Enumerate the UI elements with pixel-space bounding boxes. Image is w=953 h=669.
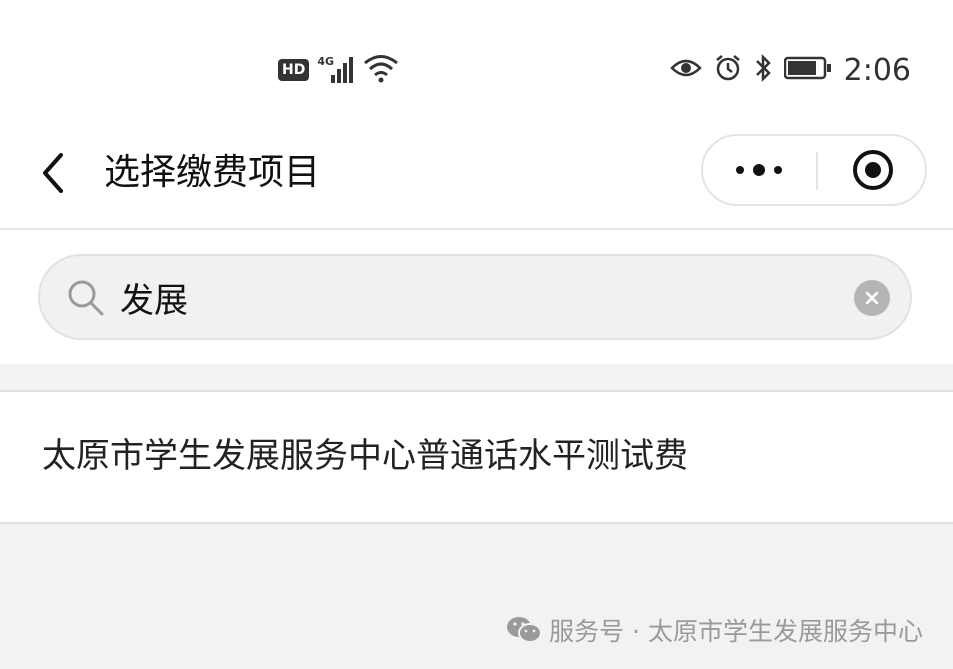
more-dots-icon	[736, 164, 782, 176]
hd-icon: HD	[278, 59, 310, 81]
status-right-group: 2:06	[669, 50, 911, 90]
search-icon	[68, 280, 104, 316]
alarm-icon	[714, 54, 742, 86]
search-area	[0, 230, 953, 364]
list-item[interactable]: 太原市学生发展服务中心普通话水平测试费	[0, 392, 953, 524]
close-miniprogram-button[interactable]	[819, 136, 927, 204]
page-title: 选择缴费项目	[104, 152, 321, 193]
battery-icon	[783, 56, 832, 84]
watermark: 服务号 · 太原市学生发展服务中心	[505, 610, 923, 650]
capsule-divider	[816, 152, 818, 190]
status-left-group: HD 4G	[278, 52, 399, 88]
watermark-text: 服务号 · 太原市学生发展服务中心	[549, 617, 923, 646]
network-type-label: 4G	[317, 55, 335, 68]
signal-icon: 4G	[317, 55, 355, 85]
list-item-label: 太原市学生发展服务中心普通话水平测试费	[42, 436, 688, 476]
navigation-bar: 选择缴费项目	[0, 130, 953, 230]
target-circle-icon	[853, 150, 893, 190]
more-button[interactable]	[703, 136, 815, 204]
wifi-icon	[363, 53, 399, 87]
bluetooth-icon	[754, 53, 772, 87]
back-button[interactable]	[28, 148, 78, 198]
search-box[interactable]	[38, 254, 912, 340]
miniprogram-capsule	[701, 134, 927, 206]
search-input[interactable]	[120, 270, 820, 324]
status-time: 2:06	[843, 52, 911, 88]
wechat-icon	[507, 617, 543, 643]
eye-icon	[669, 57, 702, 83]
clear-search-button[interactable]	[854, 280, 890, 316]
chevron-left-icon	[43, 153, 63, 193]
section-divider	[0, 364, 953, 392]
clear-icon	[865, 291, 879, 305]
status-bar: HD 4G 2:06	[0, 0, 953, 130]
